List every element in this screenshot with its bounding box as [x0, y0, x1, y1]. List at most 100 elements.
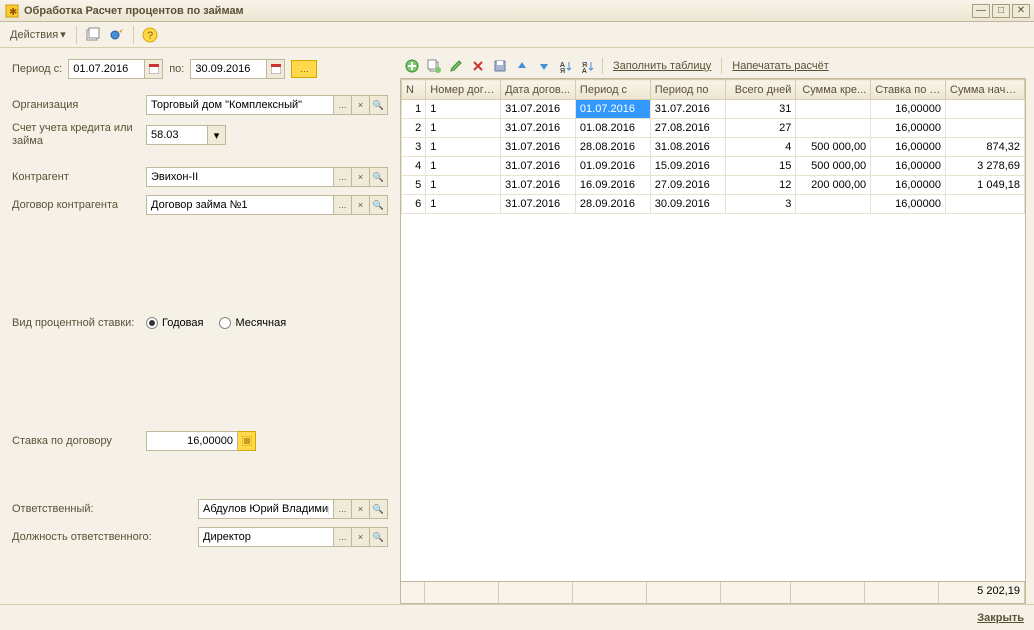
table-cell[interactable]: 1	[426, 157, 501, 176]
actions-dropdown[interactable]: Действия ▾	[6, 26, 70, 43]
table-cell[interactable]: 1	[426, 195, 501, 214]
table-cell[interactable]: 31.07.2016	[501, 195, 576, 214]
table-cell[interactable]: 6	[402, 195, 426, 214]
table-row[interactable]: 2131.07.201601.08.201627.08.20162716,000…	[402, 119, 1025, 138]
table-row[interactable]: 1131.07.201601.07.201631.07.20163116,000…	[402, 100, 1025, 119]
position-search-button[interactable]: 🔍	[370, 527, 388, 547]
counterparty-clear-button[interactable]: ×	[352, 167, 370, 187]
table-cell[interactable]: 31.08.2016	[650, 138, 725, 157]
rate-monthly-radio[interactable]: Месячная	[219, 317, 286, 329]
table-cell[interactable]: 30.09.2016	[650, 195, 725, 214]
responsible-input[interactable]	[198, 499, 334, 519]
help-icon[interactable]: ?	[140, 25, 160, 45]
table-cell[interactable]: 4	[402, 157, 426, 176]
close-window-button[interactable]: ✕	[1012, 4, 1030, 18]
sort-asc-button[interactable]: AЯ	[556, 56, 576, 76]
table-cell[interactable]: 4	[725, 138, 796, 157]
table-cell[interactable]: 15	[725, 157, 796, 176]
table-cell[interactable]: 16,00000	[871, 157, 946, 176]
col-docnum[interactable]: Номер дого...	[426, 80, 501, 100]
table-cell[interactable]	[946, 119, 1025, 138]
table-cell[interactable]: 01.09.2016	[575, 157, 650, 176]
table-cell[interactable]: 31.07.2016	[650, 100, 725, 119]
table-cell[interactable]: 500 000,00	[796, 138, 871, 157]
table-cell[interactable]: 200 000,00	[796, 176, 871, 195]
table-cell[interactable]: 28.09.2016	[575, 195, 650, 214]
table-cell[interactable]: 500 000,00	[796, 157, 871, 176]
table-cell[interactable]: 16.09.2016	[575, 176, 650, 195]
table-row[interactable]: 3131.07.201628.08.201631.08.20164500 000…	[402, 138, 1025, 157]
table-cell[interactable]: 3 278,69	[946, 157, 1025, 176]
table-cell[interactable]: 1 049,18	[946, 176, 1025, 195]
table-cell[interactable]: 27.09.2016	[650, 176, 725, 195]
responsible-clear-button[interactable]: ×	[352, 499, 370, 519]
contract-rate-calc-button[interactable]	[238, 431, 256, 451]
table-cell[interactable]: 31.07.2016	[501, 119, 576, 138]
table-cell[interactable]: 1	[402, 100, 426, 119]
table-cell[interactable]: 16,00000	[871, 119, 946, 138]
add-row-button[interactable]	[402, 56, 422, 76]
account-dropdown-button[interactable]: ▾	[208, 125, 226, 145]
table-cell[interactable]: 874,32	[946, 138, 1025, 157]
period-picker-button[interactable]: …	[291, 60, 317, 78]
table-cell[interactable]: 31	[725, 100, 796, 119]
table-cell[interactable]: 1	[426, 119, 501, 138]
toolbar-icon-1[interactable]	[83, 25, 103, 45]
position-clear-button[interactable]: ×	[352, 527, 370, 547]
table-cell[interactable]: 27	[725, 119, 796, 138]
toolbar-icon-2[interactable]	[107, 25, 127, 45]
table-cell[interactable]	[796, 119, 871, 138]
col-credit[interactable]: Сумма кре...	[796, 80, 871, 100]
table-cell[interactable]	[946, 195, 1025, 214]
delete-row-button[interactable]	[468, 56, 488, 76]
table-cell[interactable]: 16,00000	[871, 176, 946, 195]
counterparty-search-button[interactable]: 🔍	[370, 167, 388, 187]
position-input[interactable]	[198, 527, 334, 547]
table-cell[interactable]: 12	[725, 176, 796, 195]
table-cell[interactable]: 15.09.2016	[650, 157, 725, 176]
table-cell[interactable]: 3	[725, 195, 796, 214]
organization-search-button[interactable]: 🔍	[370, 95, 388, 115]
table-cell[interactable]: 01.07.2016	[575, 100, 650, 119]
table-cell[interactable]: 5	[402, 176, 426, 195]
data-grid[interactable]: N Номер дого... Дата догов... Период с П…	[400, 78, 1026, 604]
rate-annual-radio[interactable]: Годовая	[146, 317, 203, 329]
table-cell[interactable]: 27.08.2016	[650, 119, 725, 138]
col-accr[interactable]: Сумма начи...	[946, 80, 1025, 100]
position-ellipsis-button[interactable]: ...	[334, 527, 352, 547]
table-cell[interactable]: 31.07.2016	[501, 176, 576, 195]
print-calc-link[interactable]: Напечатать расчёт	[726, 60, 835, 72]
col-to[interactable]: Период по	[650, 80, 725, 100]
table-row[interactable]: 6131.07.201628.09.201630.09.20163 16,0000…	[402, 195, 1025, 214]
organization-ellipsis-button[interactable]: ...	[334, 95, 352, 115]
contract-ellipsis-button[interactable]: ...	[334, 195, 352, 215]
table-cell[interactable]: 3	[402, 138, 426, 157]
contract-clear-button[interactable]: ×	[352, 195, 370, 215]
organization-input[interactable]	[146, 95, 334, 115]
period-to-input[interactable]	[190, 59, 267, 79]
sort-desc-button[interactable]: ЯA	[578, 56, 598, 76]
table-cell[interactable]: 16,00000	[871, 138, 946, 157]
table-cell[interactable]: 1	[426, 100, 501, 119]
table-row[interactable]: 4131.07.201601.09.201615.09.201615500 00…	[402, 157, 1025, 176]
fill-table-link[interactable]: Заполнить таблицу	[607, 60, 717, 72]
table-row[interactable]: 5131.07.201616.09.201627.09.201612200 00…	[402, 176, 1025, 195]
table-cell[interactable]: 31.07.2016	[501, 100, 576, 119]
table-cell[interactable]: 28.08.2016	[575, 138, 650, 157]
period-from-input[interactable]	[68, 59, 145, 79]
table-cell[interactable]: 1	[426, 138, 501, 157]
table-cell[interactable]	[946, 100, 1025, 119]
table-cell[interactable]	[796, 195, 871, 214]
col-days[interactable]: Всего дней	[725, 80, 796, 100]
account-input[interactable]	[146, 125, 208, 145]
save-button[interactable]	[490, 56, 510, 76]
responsible-ellipsis-button[interactable]: ...	[334, 499, 352, 519]
table-cell[interactable]: 1	[426, 176, 501, 195]
responsible-search-button[interactable]: 🔍	[370, 499, 388, 519]
contract-input[interactable]	[146, 195, 334, 215]
move-down-button[interactable]	[534, 56, 554, 76]
calendar-from-button[interactable]	[145, 59, 163, 79]
table-cell[interactable]: 31.07.2016	[501, 138, 576, 157]
col-rate[interactable]: Ставка по д...	[871, 80, 946, 100]
table-cell[interactable]: 16,00000	[871, 195, 946, 214]
